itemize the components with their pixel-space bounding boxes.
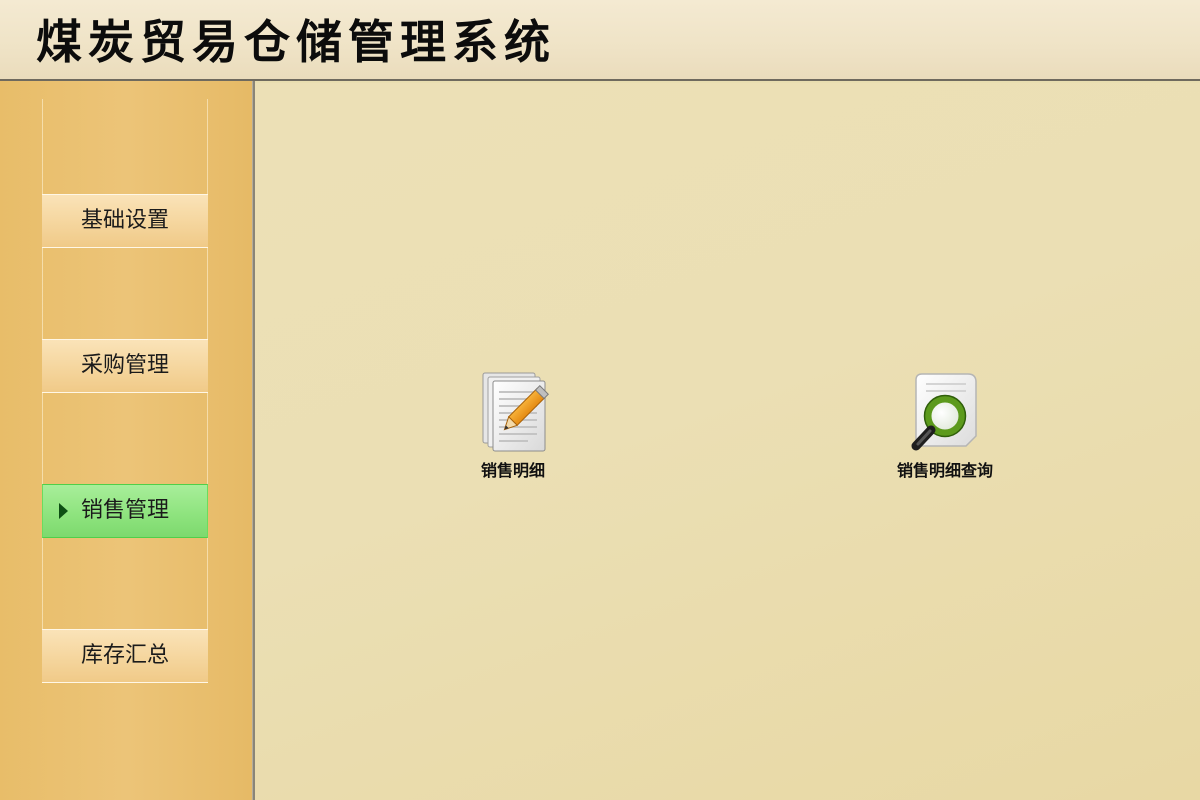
app-window: 煤炭贸易仓储管理系统 基础设置 采购管理 销售管理 库存汇总 销售明细 销售明细…: [0, 0, 1200, 800]
sidebar: [0, 81, 252, 800]
sidebar-item-label: 基础设置: [80, 208, 169, 233]
edit-document-icon: [482, 372, 549, 452]
function-sales-detail[interactable]: 销售明细: [443, 370, 583, 500]
sidebar-item-purchase-management[interactable]: 采购管理: [42, 339, 208, 393]
document-search-icon: [911, 373, 977, 451]
function-label: 销售明细: [480, 461, 545, 480]
app-title: 煤炭贸易仓储管理系统: [36, 15, 556, 69]
sidebar-item-sales-management[interactable]: 销售管理: [42, 484, 208, 538]
sidebar-item-label: 销售管理: [80, 498, 169, 523]
sidebar-item-label: 采购管理: [80, 353, 169, 378]
function-sales-detail-query[interactable]: 销售明细查询: [875, 370, 1015, 500]
sidebar-item-basic-settings[interactable]: 基础设置: [42, 194, 208, 248]
main-content: 销售明细 销售明细查询: [255, 83, 1200, 800]
header-banner: 煤炭贸易仓储管理系统: [0, 0, 1200, 81]
sidebar-item-label: 库存汇总: [80, 643, 169, 668]
sidebar-item-inventory-summary[interactable]: 库存汇总: [42, 629, 208, 683]
function-label: 销售明细查询: [896, 461, 993, 480]
